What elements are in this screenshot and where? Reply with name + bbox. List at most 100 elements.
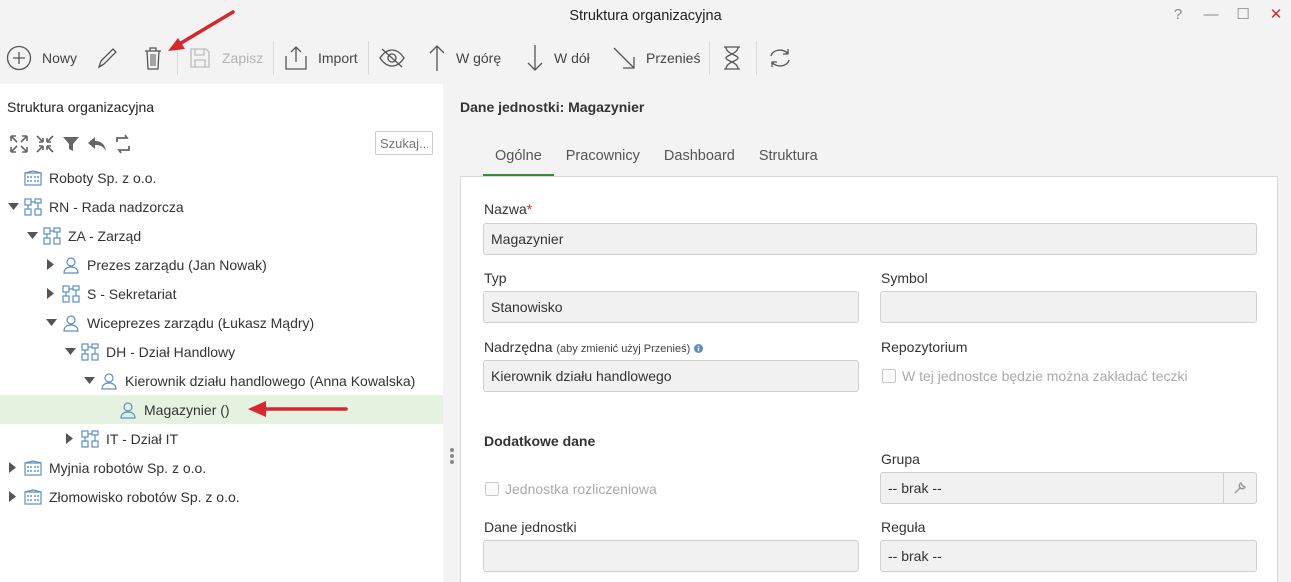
sync-button[interactable] bbox=[112, 133, 134, 155]
info-icon[interactable] bbox=[694, 344, 704, 353]
tree-node[interactable]: Wiceprezes zarządu (Łukasz Mądry) bbox=[0, 308, 443, 337]
tree-node[interactable]: Magazynier () bbox=[0, 395, 443, 424]
settlement-unit-checkbox[interactable]: Jednostka rozliczeniowa bbox=[485, 481, 657, 497]
rule-label: Reguła bbox=[881, 519, 926, 535]
minimize-icon: — bbox=[1203, 5, 1219, 23]
name-value: Magazynier bbox=[491, 231, 564, 247]
tree-node[interactable]: IT - Dział IT bbox=[0, 424, 443, 453]
hide-button[interactable] bbox=[378, 40, 406, 76]
move-up-button[interactable]: W górę bbox=[428, 40, 501, 76]
arrow-up-icon bbox=[429, 45, 445, 71]
close-button[interactable]: ✕ bbox=[1265, 4, 1287, 24]
caret-down-icon[interactable] bbox=[6, 200, 20, 214]
parent-label-text: Nadrzędna bbox=[484, 339, 553, 355]
caret-right-icon[interactable] bbox=[63, 432, 77, 446]
refresh-button[interactable] bbox=[767, 40, 793, 76]
caret-down-icon[interactable] bbox=[82, 374, 96, 388]
edit-button[interactable] bbox=[94, 40, 120, 76]
tree-node[interactable]: Złomowisko robotów Sp. z o.o. bbox=[0, 482, 443, 511]
group-label: Grupa bbox=[881, 451, 920, 467]
parent-hint: (aby zmienić użyj Przenieś) bbox=[556, 343, 691, 355]
help-icon: ? bbox=[1173, 5, 1183, 23]
caret-down-icon[interactable] bbox=[63, 345, 77, 359]
move-down-button[interactable]: W dół bbox=[526, 40, 590, 76]
details-pane: Dane jednostki: Magazynier Ogólne Pracow… bbox=[460, 84, 1291, 582]
collapse-all-button[interactable] bbox=[34, 133, 56, 155]
caret-right-icon[interactable] bbox=[44, 287, 58, 301]
tree-node[interactable]: Roboty Sp. z o.o. bbox=[0, 163, 443, 192]
parent-field[interactable]: Kierownik działu handlowego bbox=[483, 360, 859, 392]
unit-data-field[interactable] bbox=[483, 540, 859, 572]
tree-node-label: Złomowisko robotów Sp. z o.o. bbox=[49, 488, 240, 505]
structure-pane-title: Struktura organizacyjna bbox=[7, 99, 155, 115]
unit-data-label: Dane jednostki bbox=[484, 519, 577, 535]
tab-structure[interactable]: Struktura bbox=[747, 142, 830, 176]
new-button[interactable]: Nowy bbox=[6, 40, 77, 76]
org-unit-icon bbox=[62, 284, 80, 303]
minimize-button[interactable]: — bbox=[1200, 4, 1222, 24]
tab-dashboard[interactable]: Dashboard bbox=[652, 142, 747, 176]
person-icon bbox=[62, 314, 80, 332]
tree-node[interactable]: Prezes zarządu (Jan Nowak) bbox=[0, 250, 443, 279]
org-unit-icon bbox=[24, 197, 42, 216]
maximize-button[interactable]: ☐ bbox=[1232, 4, 1254, 24]
import-button[interactable]: Import bbox=[284, 40, 358, 76]
person-icon bbox=[119, 401, 137, 419]
tree-node[interactable]: RN - Rada nadzorcza bbox=[0, 192, 443, 221]
group-picker-button[interactable] bbox=[1223, 473, 1256, 503]
settlement-unit-checkbox-label: Jednostka rozliczeniowa bbox=[505, 481, 657, 497]
refresh-icon bbox=[770, 49, 790, 67]
move-down-label: W dół bbox=[554, 50, 590, 66]
tab-general[interactable]: Ogólne bbox=[483, 142, 554, 176]
org-tree: Roboty Sp. z o.o. RN - Rada nadzorcza ZA -… bbox=[0, 163, 443, 511]
symbol-field[interactable] bbox=[880, 291, 1257, 323]
toolbar-separator bbox=[273, 41, 274, 75]
tree-node[interactable]: Myjnia robotów Sp. z o.o. bbox=[0, 453, 443, 482]
history-button[interactable] bbox=[721, 40, 743, 76]
company-icon bbox=[24, 459, 42, 477]
additional-data-heading: Dodatkowe dane bbox=[484, 433, 596, 449]
move-up-label: W górę bbox=[456, 50, 502, 66]
caret-right-icon[interactable] bbox=[6, 461, 20, 475]
filter-button[interactable] bbox=[60, 133, 82, 155]
annotation-arrow-icon bbox=[248, 401, 348, 417]
pane-splitter[interactable] bbox=[443, 84, 460, 582]
expand-icon bbox=[10, 135, 28, 153]
move-button[interactable]: Przenieś bbox=[612, 40, 700, 76]
rule-field[interactable]: -- brak -- bbox=[880, 540, 1257, 572]
tree-node[interactable]: S - Sekretariat bbox=[0, 279, 443, 308]
tree-node-label: IT - Dział IT bbox=[106, 430, 179, 447]
org-unit-icon bbox=[81, 429, 99, 448]
caret-right-icon[interactable] bbox=[6, 490, 20, 504]
caret-down-icon[interactable] bbox=[44, 316, 58, 330]
repository-checkbox-box bbox=[882, 369, 896, 383]
arrow-diagonal-icon bbox=[613, 47, 635, 69]
tree-node[interactable]: Kierownik działu handlowego (Anna Kowals… bbox=[0, 366, 443, 395]
tree-node-label: Wiceprezes zarządu (Łukasz Mądry) bbox=[87, 314, 315, 331]
person-icon bbox=[100, 372, 118, 390]
details-title: Dane jednostki: Magazynier bbox=[460, 99, 645, 115]
tree-node[interactable]: DH - Dział Handlowy bbox=[0, 337, 443, 366]
repository-checkbox[interactable]: W tej jednostce będzie można zakładać te… bbox=[882, 368, 1188, 384]
toolbar-separator bbox=[709, 41, 710, 75]
rule-value: -- brak -- bbox=[888, 548, 942, 564]
expand-all-button[interactable] bbox=[8, 133, 30, 155]
tree-search-input[interactable] bbox=[375, 131, 433, 155]
hourglass-icon bbox=[724, 46, 740, 70]
caret-right-icon[interactable] bbox=[44, 258, 58, 272]
tab-bar: Ogólne Pracownicy Dashboard Struktura bbox=[483, 142, 830, 176]
caret-down-icon[interactable] bbox=[25, 229, 39, 243]
name-field[interactable]: Magazynier bbox=[483, 223, 1257, 255]
tab-employees[interactable]: Pracownicy bbox=[554, 142, 652, 176]
org-unit-icon bbox=[81, 342, 99, 361]
help-button[interactable]: ? bbox=[1167, 4, 1189, 24]
tree-node-label: Kierownik działu handlowego (Anna Kowals… bbox=[125, 372, 416, 389]
undo-button[interactable] bbox=[86, 133, 108, 155]
tree-node[interactable]: ZA - Zarząd bbox=[0, 221, 443, 250]
required-marker: * bbox=[526, 201, 533, 217]
tree-node-label: RN - Rada nadzorcza bbox=[49, 198, 184, 215]
group-field[interactable]: -- brak -- bbox=[880, 472, 1257, 504]
filter-icon bbox=[63, 137, 79, 151]
type-field[interactable]: Stanowisko bbox=[483, 291, 859, 323]
